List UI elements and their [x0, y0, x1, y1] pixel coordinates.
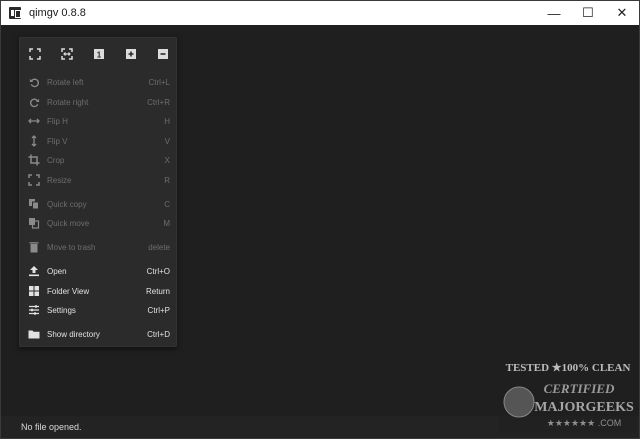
menu-item-shortcut: R [164, 175, 170, 185]
menu-item-label: Show directory [47, 329, 100, 339]
menu-item-label: Settings [47, 305, 76, 315]
menu-item-shortcut: Ctrl+R [147, 97, 170, 107]
minimize-button[interactable]: — [537, 1, 571, 25]
fit-window-icon [29, 48, 41, 60]
original-size-text: 1 [97, 51, 102, 60]
watermark-line4: ★★★★★★ .COM [547, 418, 621, 428]
watermark-line3: MAJORGEEKS [534, 400, 634, 415]
menu-item-label: Resize [47, 175, 72, 185]
menu-item-resize[interactable]: Resize R [28, 172, 170, 188]
rotate-right-icon [29, 98, 39, 107]
menu-item-label: Quick move [47, 218, 90, 228]
menu-item-label: Move to trash [47, 242, 96, 252]
crop-icon [28, 154, 40, 166]
menu-item-label: Open [47, 266, 67, 276]
zoom-out-icon [158, 49, 168, 59]
trash-icon [29, 242, 39, 253]
menu-item-rotate-right[interactable]: Rotate right Ctrl+R [28, 94, 170, 110]
resize-icon [28, 174, 40, 186]
menu-item-move-to-trash[interactable]: Move to trash delete [28, 239, 170, 255]
menu-item-shortcut: Return [145, 286, 170, 296]
menu-item-label: Flip V [47, 136, 68, 146]
menu-item-open[interactable]: Open Ctrl+O [28, 263, 170, 279]
menu-item-shortcut: Ctrl+L [148, 77, 170, 87]
maximize-button[interactable]: ☐ [571, 1, 605, 25]
zoom-in-icon [126, 49, 136, 59]
menu-item-folder-view[interactable]: Folder View Return [28, 283, 170, 299]
folder-view-icon [29, 286, 39, 296]
menu-item-shortcut: delete [148, 242, 170, 252]
menu-item-shortcut: Ctrl+O [146, 266, 170, 276]
menu-item-quick-copy[interactable]: Quick copy C [28, 196, 170, 212]
fit-width-button[interactable] [60, 47, 74, 61]
status-text: No file opened. [21, 422, 82, 432]
settings-icon [29, 305, 39, 315]
menu-item-settings[interactable]: Settings Ctrl+P [28, 302, 170, 318]
folder-icon [28, 330, 40, 339]
move-icon [29, 218, 40, 229]
title-bar[interactable]: qimgv 0.8.8 — ☐ ✕ [1, 1, 639, 25]
watermark-line2: CERTIFIED [544, 381, 615, 396]
menu-item-show-directory[interactable]: Show directory Ctrl+D [28, 326, 170, 342]
menu-item-flip-h[interactable]: Flip H H [28, 113, 170, 129]
menu-item-label: Crop [47, 155, 65, 165]
app-logo-icon [9, 7, 21, 19]
menu-item-quick-move[interactable]: Quick move M [28, 215, 170, 231]
rotate-left-icon [29, 78, 39, 87]
menu-item-shortcut: C [164, 199, 170, 209]
original-size-icon: 1 [94, 49, 104, 60]
context-menu: 1 Rotate left Ctrl+L Rotate right Ctrl+R… [19, 37, 177, 347]
menu-item-shortcut: X [164, 155, 170, 165]
zoom-out-button[interactable] [156, 47, 170, 61]
majorgeeks-watermark: TESTED ★100% CLEAN CERTIFIED MAJORGEEKS … [499, 357, 637, 433]
menu-item-flip-v[interactable]: Flip V V [28, 133, 170, 149]
close-button[interactable]: ✕ [605, 1, 639, 25]
flip-v-icon [31, 135, 37, 147]
flip-h-icon [28, 118, 40, 124]
menu-item-crop[interactable]: Crop X [28, 152, 170, 168]
menu-item-label: Flip H [47, 116, 68, 126]
menu-item-label: Rotate left [47, 77, 84, 87]
menu-item-shortcut: Ctrl+P [147, 305, 170, 315]
menu-item-shortcut: M [163, 218, 170, 228]
fit-width-icon [61, 48, 73, 60]
menu-item-label: Quick copy [47, 199, 87, 209]
menu-item-label: Rotate right [47, 97, 89, 107]
window-title: qimgv 0.8.8 [29, 7, 86, 19]
copy-icon [29, 199, 39, 210]
menu-item-shortcut: H [164, 116, 170, 126]
app-window: qimgv 0.8.8 — ☐ ✕ 1 Rotate left Ctrl+L R… [0, 0, 640, 439]
menu-item-label: Folder View [47, 286, 90, 296]
menu-item-shortcut: Ctrl+D [147, 329, 170, 339]
zoom-toolbar: 1 [28, 46, 170, 62]
menu-item-rotate-left[interactable]: Rotate left Ctrl+L [28, 74, 170, 90]
original-size-button[interactable]: 1 [92, 47, 106, 61]
watermark-line1: TESTED ★100% CLEAN [506, 362, 631, 374]
open-icon [29, 266, 39, 277]
fit-window-button[interactable] [28, 47, 42, 61]
zoom-in-button[interactable] [124, 47, 138, 61]
menu-item-shortcut: V [164, 136, 170, 146]
